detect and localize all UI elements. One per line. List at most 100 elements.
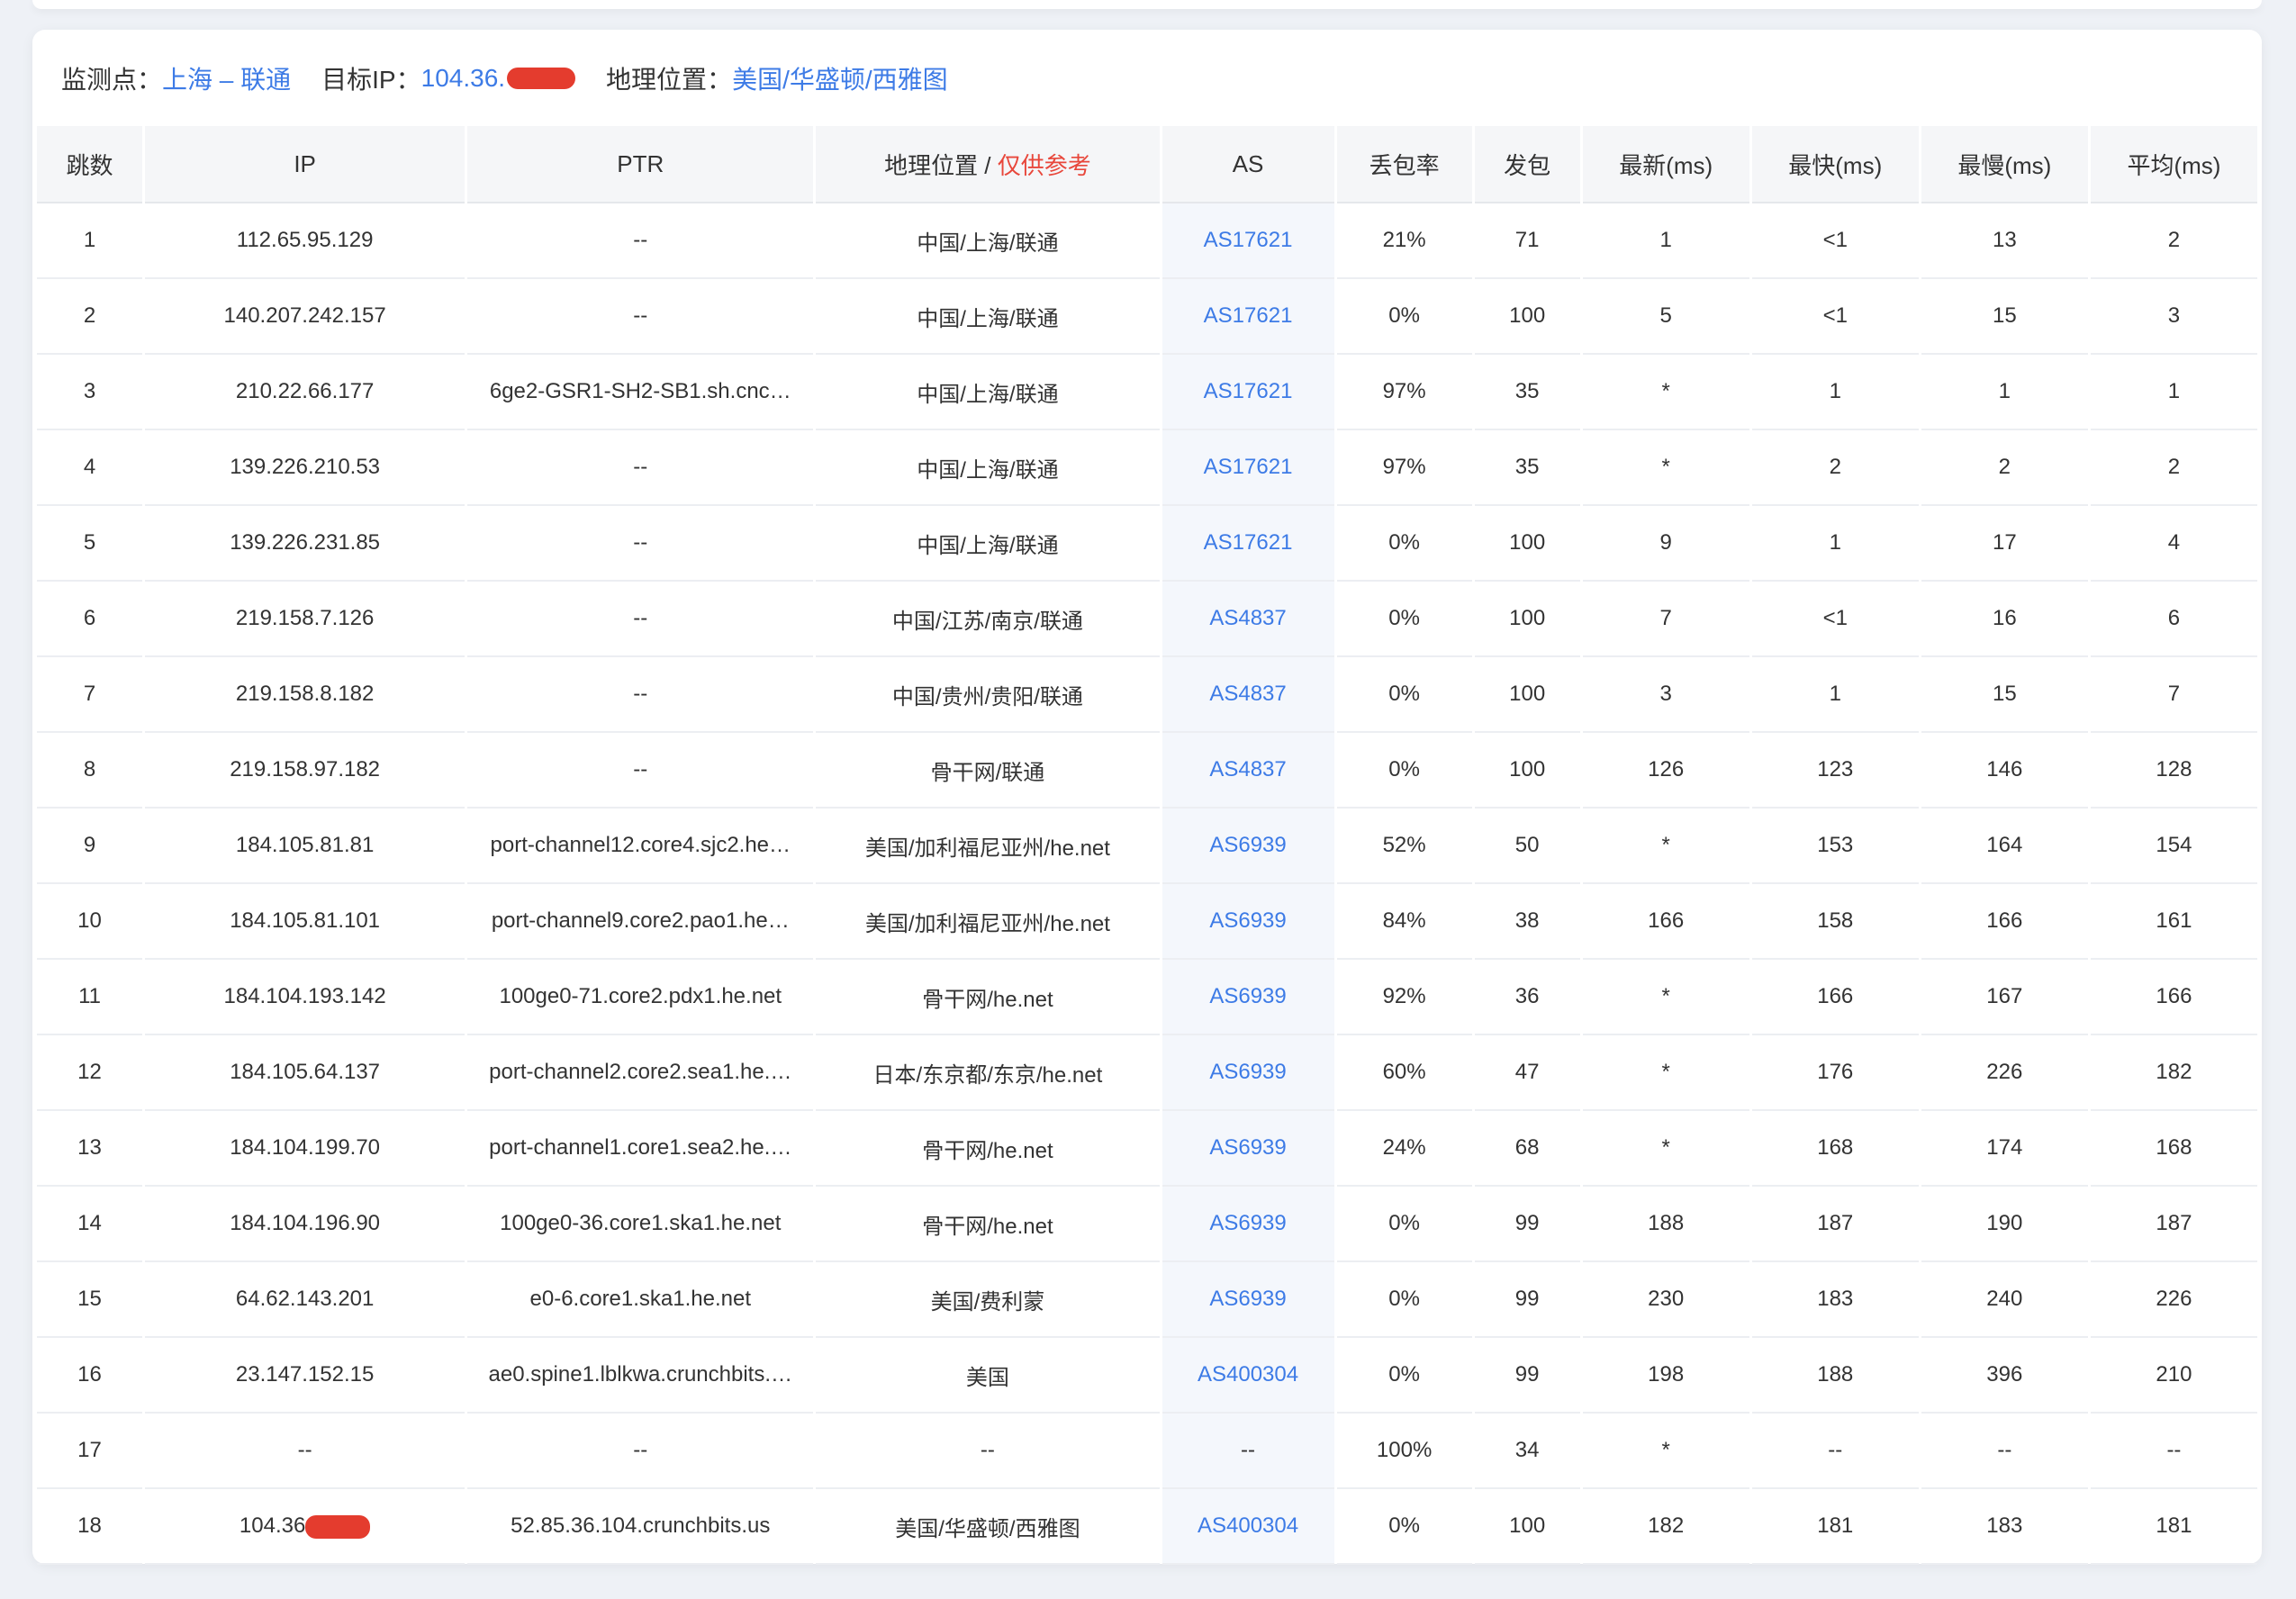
last-cell: 126 bbox=[1582, 733, 1749, 809]
last-cell: * bbox=[1582, 1414, 1749, 1489]
best-cell: -- bbox=[1751, 1414, 1919, 1489]
as-cell: AS17621 bbox=[1162, 203, 1334, 279]
hop-cell: 11 bbox=[37, 960, 143, 1035]
as-link[interactable]: AS4837 bbox=[1209, 682, 1286, 706]
geo-cell: 美国/费利蒙 bbox=[816, 1262, 1160, 1338]
geo-cell: 中国/上海/联通 bbox=[816, 203, 1160, 279]
as-cell: AS6939 bbox=[1162, 1187, 1334, 1262]
as-cell: AS6939 bbox=[1162, 1035, 1334, 1111]
last-cell: * bbox=[1582, 1035, 1749, 1111]
header-loss[interactable]: 丢包率 bbox=[1336, 126, 1472, 203]
loss-cell: 97% bbox=[1336, 355, 1472, 430]
last-cell: 9 bbox=[1582, 506, 1749, 582]
worst-cell: 174 bbox=[1921, 1111, 2088, 1187]
hop-cell: 4 bbox=[37, 430, 143, 506]
table-row: 4 139.226.210.53 -- 中国/上海/联通 AS17621 97% 35 * 2 2… bbox=[37, 430, 2257, 506]
ptr-cell: -- bbox=[467, 203, 814, 279]
best-cell: 153 bbox=[1751, 809, 1919, 884]
header-geo-separator: / bbox=[978, 151, 998, 179]
hop-cell: 3 bbox=[37, 355, 143, 430]
ptr-cell: -- bbox=[467, 657, 814, 733]
last-cell: 166 bbox=[1582, 884, 1749, 960]
as-link[interactable]: AS400304 bbox=[1198, 1362, 1298, 1387]
last-cell: 230 bbox=[1582, 1262, 1749, 1338]
best-cell: 183 bbox=[1751, 1262, 1919, 1338]
last-cell: 7 bbox=[1582, 582, 1749, 657]
table-body: 1 112.65.95.129 -- 中国/上海/联通 AS17621 21% 71 1 <1 1… bbox=[37, 203, 2257, 1565]
table-row: 16 23.147.152.15 ae0.spine1.lblkwa.crunchb… bbox=[37, 1338, 2257, 1414]
table-row: 18 104.36 52.85.36.104.crunchbits.us 美国/华盛顿… bbox=[37, 1489, 2257, 1565]
sent-cell: 36 bbox=[1474, 960, 1580, 1035]
geo-cell: 骨干网/he.net bbox=[816, 1187, 1160, 1262]
ip-cell: 104.36 bbox=[145, 1489, 466, 1565]
geo-cell: 美国 bbox=[816, 1338, 1160, 1414]
loss-cell: 0% bbox=[1336, 582, 1472, 657]
as-link[interactable]: AS400304 bbox=[1198, 1513, 1298, 1538]
sent-cell: 100 bbox=[1474, 279, 1580, 355]
ip-cell: -- bbox=[145, 1414, 466, 1489]
ip-cell: 184.104.196.90 bbox=[145, 1187, 466, 1262]
as-link[interactable]: AS6939 bbox=[1209, 833, 1286, 857]
as-link[interactable]: AS6939 bbox=[1209, 1211, 1286, 1235]
table-row: 13 184.104.199.70 port-channel1.core1.sea2… bbox=[37, 1111, 2257, 1187]
geo-cell: 美国/加利福尼亚州/he.net bbox=[816, 809, 1160, 884]
header-best[interactable]: 最快(ms) bbox=[1751, 126, 1919, 203]
header-as[interactable]: AS bbox=[1162, 126, 1334, 203]
geo-cell: 中国/江苏/南京/联通 bbox=[816, 582, 1160, 657]
best-cell: 123 bbox=[1751, 733, 1919, 809]
ip-redaction bbox=[305, 1514, 371, 1539]
as-link[interactable]: AS17621 bbox=[1204, 379, 1293, 403]
avg-cell: 2 bbox=[2090, 203, 2257, 279]
worst-cell: 146 bbox=[1921, 733, 2088, 809]
worst-cell: -- bbox=[1921, 1414, 2088, 1489]
as-link[interactable]: AS17621 bbox=[1204, 455, 1293, 479]
as-link[interactable]: AS6939 bbox=[1209, 1135, 1286, 1160]
sent-cell: 35 bbox=[1474, 430, 1580, 506]
last-cell: * bbox=[1582, 1111, 1749, 1187]
header-last[interactable]: 最新(ms) bbox=[1582, 126, 1749, 203]
hop-cell: 7 bbox=[37, 657, 143, 733]
best-cell: 1 bbox=[1751, 506, 1919, 582]
as-link[interactable]: AS17621 bbox=[1204, 228, 1293, 252]
target-ip-redaction bbox=[507, 68, 576, 89]
header-ip[interactable]: IP bbox=[145, 126, 466, 203]
header-ptr[interactable]: PTR bbox=[467, 126, 814, 203]
header-sent[interactable]: 发包 bbox=[1474, 126, 1580, 203]
header-geo[interactable]: 地理位置 / 仅供参考 bbox=[816, 126, 1160, 203]
as-link[interactable]: AS17621 bbox=[1204, 303, 1293, 328]
as-link[interactable]: AS4837 bbox=[1209, 757, 1286, 781]
as-link[interactable]: AS6939 bbox=[1209, 984, 1286, 1008]
best-cell: 187 bbox=[1751, 1187, 1919, 1262]
ip-cell: 184.105.81.81 bbox=[145, 809, 466, 884]
geo-cell: 中国/上海/联通 bbox=[816, 430, 1160, 506]
table-row: 1 112.65.95.129 -- 中国/上海/联通 AS17621 21% 71 1 <1 1… bbox=[37, 203, 2257, 279]
as-cell: -- bbox=[1162, 1414, 1334, 1489]
ip-cell: 112.65.95.129 bbox=[145, 203, 466, 279]
last-cell: 182 bbox=[1582, 1489, 1749, 1565]
header-worst[interactable]: 最慢(ms) bbox=[1921, 126, 2088, 203]
avg-cell: 4 bbox=[2090, 506, 2257, 582]
hop-cell: 9 bbox=[37, 809, 143, 884]
avg-cell: 187 bbox=[2090, 1187, 2257, 1262]
as-cell: AS6939 bbox=[1162, 1111, 1334, 1187]
sent-cell: 35 bbox=[1474, 355, 1580, 430]
header-avg[interactable]: 平均(ms) bbox=[2090, 126, 2257, 203]
header-geo-label: 地理位置 bbox=[884, 151, 979, 179]
worst-cell: 16 bbox=[1921, 582, 2088, 657]
as-link[interactable]: AS6939 bbox=[1209, 1060, 1286, 1084]
as-link[interactable]: AS6939 bbox=[1209, 908, 1286, 933]
last-cell: 3 bbox=[1582, 657, 1749, 733]
as-link[interactable]: AS17621 bbox=[1204, 530, 1293, 555]
avg-cell: 1 bbox=[2090, 355, 2257, 430]
as-link[interactable]: AS4837 bbox=[1209, 606, 1286, 630]
as-link[interactable]: AS6939 bbox=[1209, 1287, 1286, 1311]
avg-cell: 226 bbox=[2090, 1262, 2257, 1338]
best-cell: <1 bbox=[1751, 203, 1919, 279]
table-row: 15 64.62.143.201 e0-6.core1.ska1.he.net 美国/… bbox=[37, 1262, 2257, 1338]
ptr-cell: 100ge0-71.core2.pdx1.he.net bbox=[467, 960, 814, 1035]
header-hop[interactable]: 跳数 bbox=[37, 126, 143, 203]
sent-cell: 99 bbox=[1474, 1187, 1580, 1262]
hop-cell: 2 bbox=[37, 279, 143, 355]
loss-cell: 100% bbox=[1336, 1414, 1472, 1489]
table-row: 8 219.158.97.182 -- 骨干网/联通 AS4837 0% 100 126 123… bbox=[37, 733, 2257, 809]
